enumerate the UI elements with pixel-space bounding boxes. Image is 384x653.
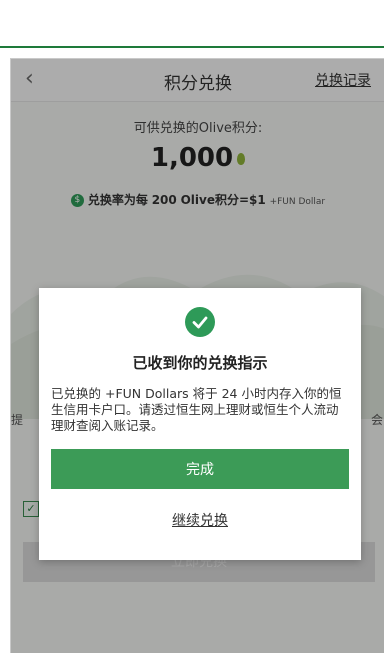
success-check-icon (185, 307, 215, 337)
confirmation-dialog: 已收到你的兑换指示 已兑换的 +FUN Dollars 将于 24 小时内存入你… (39, 288, 361, 560)
dialog-message: 已兑换的 +FUN Dollars 将于 24 小时内存入你的恒生信用卡户口。请… (51, 386, 342, 433)
dialog-title: 已收到你的兑换指示 (132, 354, 268, 372)
done-button[interactable]: 完成 (51, 449, 349, 489)
app-screen: ‹ 积分兑换 兑换记录 可供兑换的Olive积分: 1,000 $ 兑换率为每 2… (10, 58, 384, 653)
continue-redeem-link[interactable]: 继续兑换 (39, 510, 361, 530)
top-gap (0, 48, 384, 58)
top-band (0, 0, 384, 48)
